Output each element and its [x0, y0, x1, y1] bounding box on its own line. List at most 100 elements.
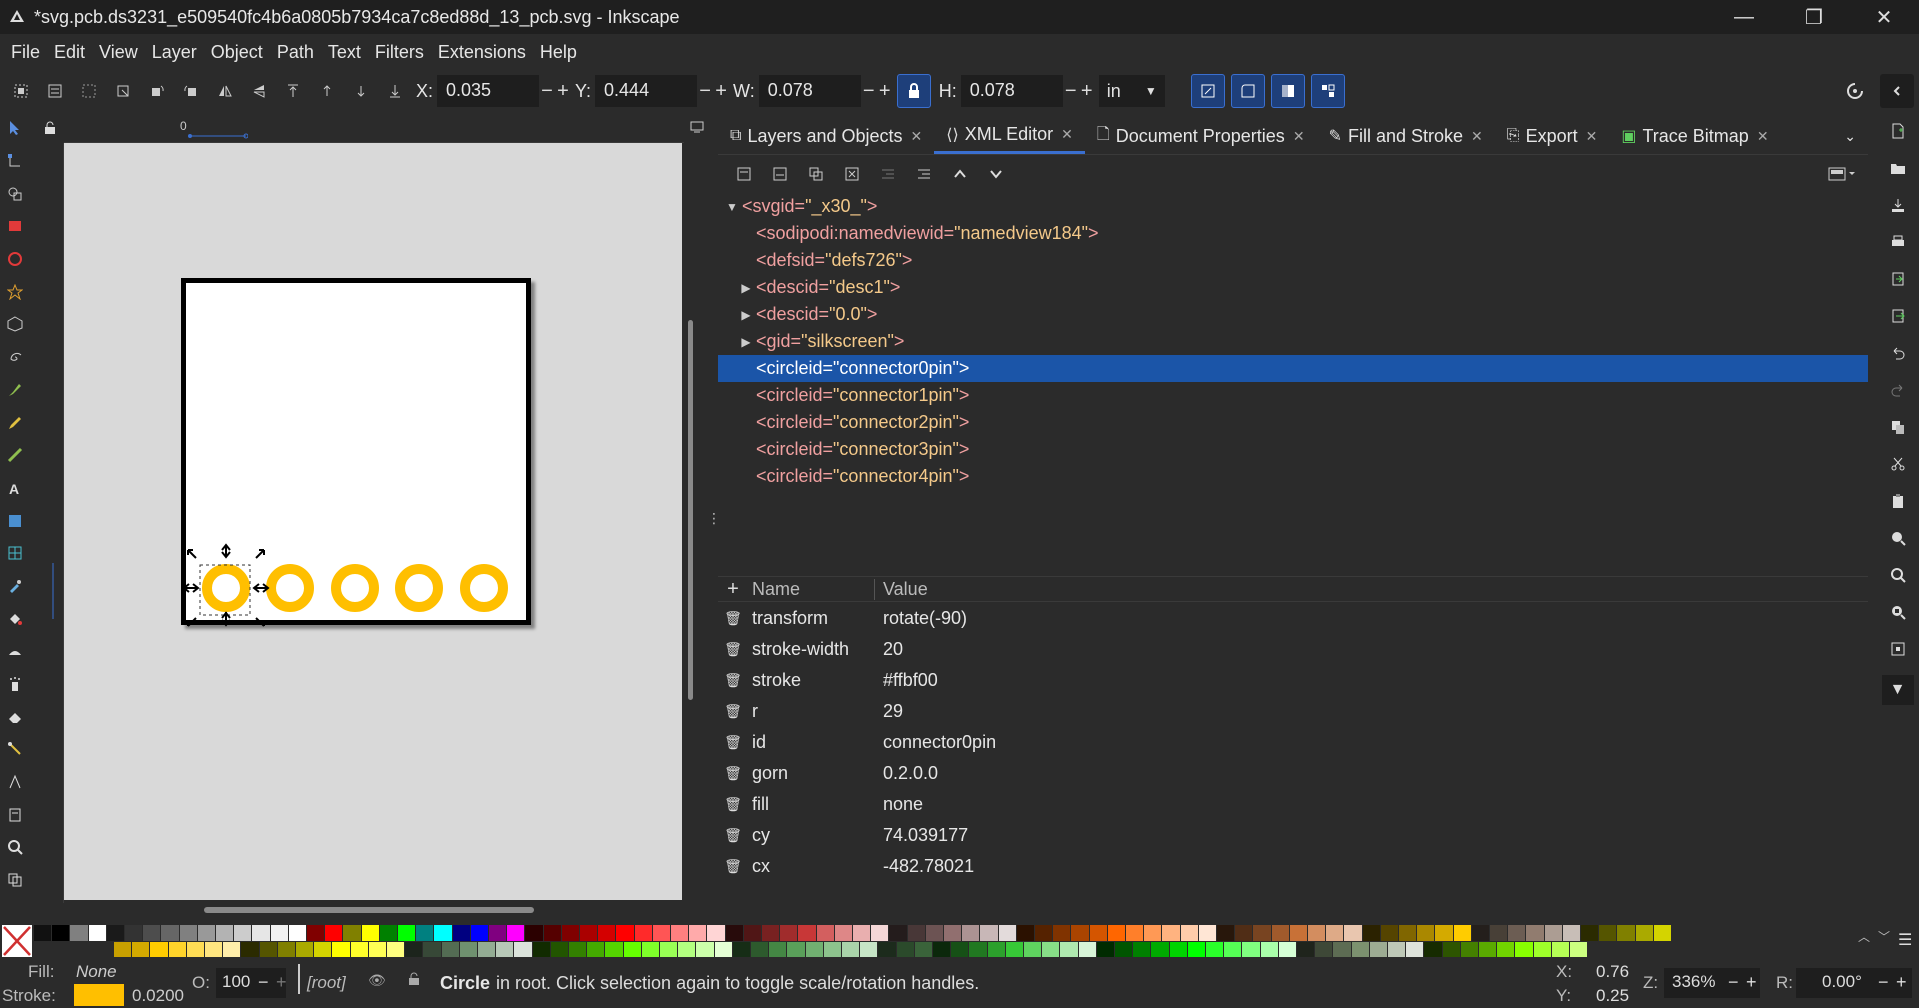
node-tool-icon[interactable] [0, 145, 30, 178]
attribute-row[interactable]: 🗑 r 29 [718, 696, 1868, 727]
zoom-drawing-icon[interactable] [1876, 556, 1919, 593]
lock-guides-icon[interactable] [40, 117, 60, 139]
y-increment-button[interactable]: + [713, 80, 729, 103]
attribute-value[interactable]: rotate(-90) [879, 608, 967, 629]
menu-path[interactable]: Path [270, 42, 321, 63]
color-swatch[interactable] [780, 925, 798, 941]
color-swatch[interactable] [1115, 942, 1133, 957]
menu-layer[interactable]: Layer [145, 42, 204, 63]
color-swatch[interactable] [1053, 925, 1071, 941]
color-swatch[interactable] [1635, 925, 1653, 941]
color-swatch[interactable] [1526, 925, 1544, 941]
color-swatch[interactable] [1508, 925, 1526, 941]
menu-filters[interactable]: Filters [368, 42, 431, 63]
xml-node-svg[interactable]: ▼ <svg id= "_x30_" > [718, 193, 1868, 220]
w-decrement-button[interactable]: − [861, 80, 877, 103]
color-swatch[interactable] [398, 925, 416, 941]
attribute-value[interactable]: -482.78021 [879, 856, 974, 877]
transform-gradients-button[interactable] [1270, 74, 1305, 108]
color-swatch[interactable] [598, 925, 616, 941]
stroke-width-value[interactable]: 0.0200 [132, 986, 184, 1006]
menu-extensions[interactable]: Extensions [431, 42, 533, 63]
xml-node-desc-0-0[interactable]: ▶ <desc id= "0.0" > [718, 301, 1868, 328]
xml-node-connector1pin[interactable]: <circle id= "connector1pin" > [718, 382, 1868, 409]
color-swatch[interactable] [689, 925, 707, 941]
open-folder-icon[interactable] [1876, 149, 1919, 186]
opacity-decrement-button[interactable]: − [258, 972, 269, 993]
color-swatch[interactable] [787, 942, 805, 957]
color-swatch[interactable] [762, 925, 780, 941]
color-swatch[interactable] [1570, 942, 1588, 957]
color-swatch[interactable] [1126, 925, 1144, 941]
tab-document-properties[interactable]: 🗋 Document Properties ✕ [1085, 118, 1317, 154]
color-swatch[interactable] [605, 942, 623, 957]
maximize-button[interactable]: ❐ [1779, 0, 1849, 34]
attribute-row[interactable]: 🗑 transform rotate(-90) [718, 603, 1868, 634]
color-swatch[interactable] [1180, 925, 1198, 941]
import-icon[interactable] [1876, 260, 1919, 297]
rectangle-tool-icon[interactable] [0, 210, 30, 243]
minimize-button[interactable]: — [1709, 0, 1779, 34]
color-swatch[interactable] [998, 925, 1016, 941]
xml-node-connector0pin[interactable]: <circle id= "connector0pin" > [718, 355, 1868, 382]
color-swatch[interactable] [423, 942, 441, 957]
layer-lock-icon[interactable] [408, 972, 420, 989]
color-swatch[interactable] [1497, 942, 1515, 957]
color-swatch[interactable] [878, 942, 896, 957]
color-swatch[interactable] [751, 942, 769, 957]
color-swatch[interactable] [216, 925, 234, 941]
measure-tool-icon[interactable] [0, 766, 30, 799]
color-swatch[interactable] [387, 942, 405, 957]
cut-icon[interactable] [1876, 445, 1919, 482]
duplicate-node-icon[interactable] [798, 159, 834, 189]
color-swatch[interactable] [1289, 925, 1307, 941]
attribute-row[interactable]: 🗑 fill none [718, 789, 1868, 820]
color-swatch[interactable] [434, 925, 452, 941]
star-tool-icon[interactable] [0, 275, 30, 308]
color-swatch[interactable] [1016, 925, 1034, 941]
select-all-icon[interactable] [4, 74, 38, 108]
color-swatch[interactable] [1460, 942, 1478, 957]
color-swatch[interactable] [969, 942, 987, 957]
unindent-node-icon[interactable] [870, 159, 906, 189]
color-swatch[interactable] [507, 925, 525, 941]
color-swatch[interactable] [1198, 925, 1216, 941]
attribute-row[interactable]: 🗑 stroke #ffbf00 [718, 665, 1868, 696]
color-swatch[interactable] [478, 942, 496, 957]
color-swatch[interactable] [914, 942, 932, 957]
color-swatch[interactable] [1206, 942, 1224, 957]
close-button[interactable]: ✕ [1849, 0, 1919, 34]
trash-icon[interactable]: 🗑 [718, 796, 748, 813]
color-swatch[interactable] [368, 942, 386, 957]
color-swatch[interactable] [405, 942, 423, 957]
color-swatch[interactable] [307, 925, 325, 941]
lower-icon[interactable] [344, 74, 378, 108]
color-swatch[interactable] [1471, 925, 1489, 941]
close-icon[interactable]: ✕ [1061, 126, 1073, 143]
raise-icon[interactable] [310, 74, 344, 108]
color-swatch[interactable] [1417, 925, 1435, 941]
color-swatch[interactable] [769, 942, 787, 957]
color-swatch[interactable] [1235, 925, 1253, 941]
dock-resize-handle-icon[interactable]: ⋮ [707, 510, 721, 530]
x-decrement-button[interactable]: − [539, 80, 555, 103]
color-swatch[interactable] [1406, 942, 1424, 957]
color-swatch[interactable] [288, 925, 306, 941]
rotate-ccw-icon[interactable] [140, 74, 174, 108]
canvas-horizontal-scrollbar[interactable] [204, 907, 534, 913]
color-swatch[interactable] [816, 925, 834, 941]
zoom-out-button[interactable]: − [1728, 972, 1739, 993]
color-swatch[interactable] [925, 925, 943, 941]
connector-tool-icon[interactable] [0, 733, 30, 766]
close-icon[interactable]: ✕ [1471, 128, 1483, 145]
calligraphy-tool-icon[interactable] [0, 439, 30, 472]
color-swatch[interactable] [1544, 925, 1562, 941]
color-swatch[interactable] [616, 925, 634, 941]
color-swatch[interactable] [1024, 942, 1042, 957]
undo-icon[interactable] [1876, 334, 1919, 371]
text-tool-icon[interactable]: A [0, 472, 30, 505]
w-input[interactable]: 0.078 [758, 75, 861, 107]
color-swatch[interactable] [944, 925, 962, 941]
delete-node-icon[interactable] [834, 159, 870, 189]
select-all-layers-icon[interactable] [38, 74, 72, 108]
